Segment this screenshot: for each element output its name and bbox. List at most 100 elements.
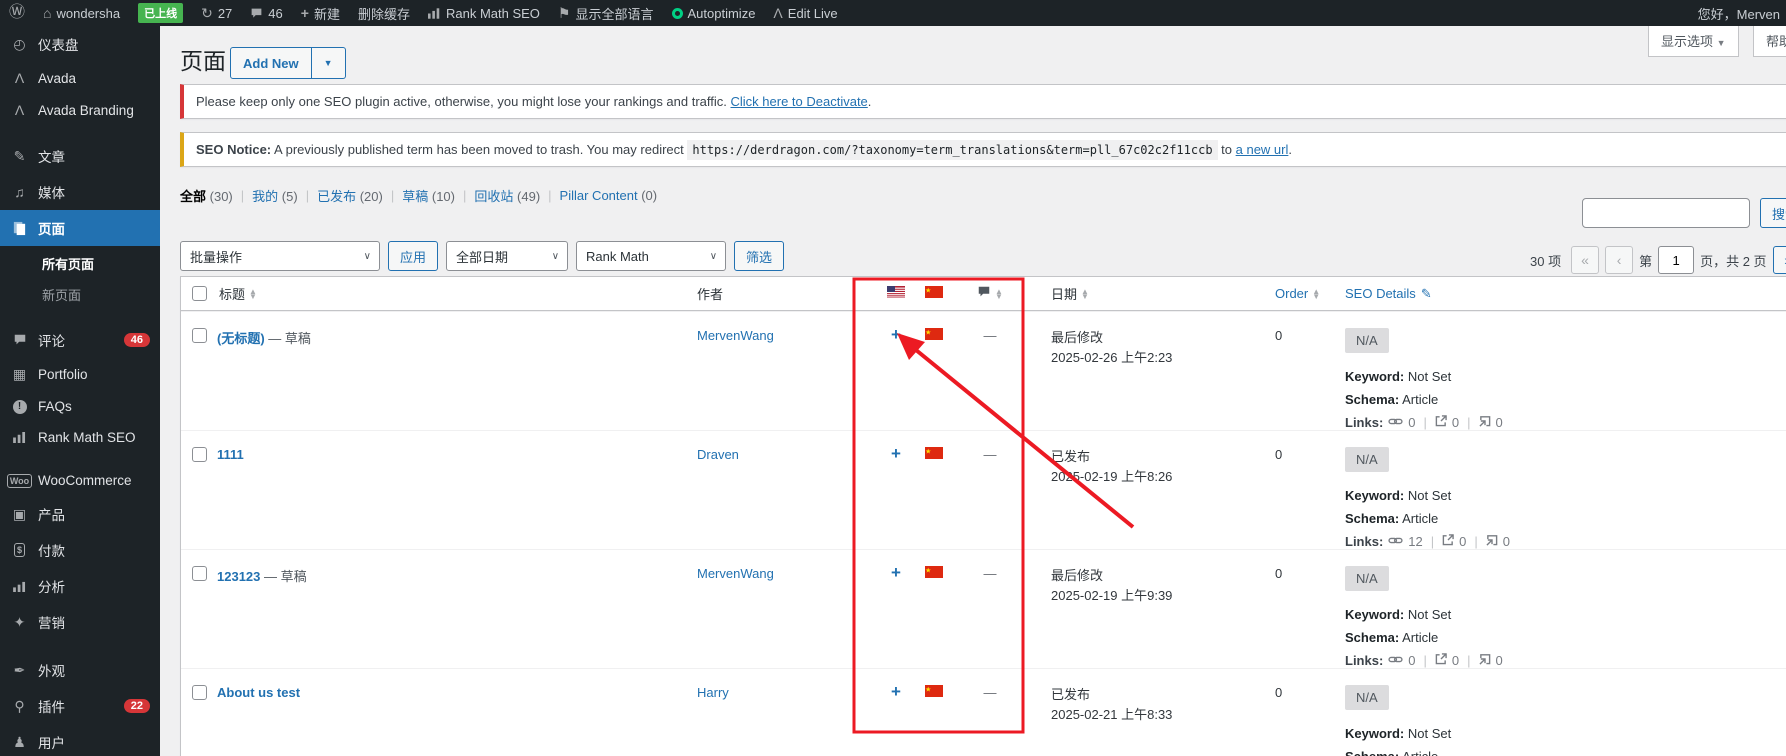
author-link[interactable]: MervenWang bbox=[697, 328, 774, 343]
row-checkbox[interactable] bbox=[191, 328, 207, 343]
date-value: 2025-02-26 上午2:23 bbox=[1051, 350, 1173, 365]
date-cell: 已发布 2025-02-19 上午8:26 bbox=[1027, 431, 1255, 487]
sidebar-item-appearance[interactable]: ✒ 外观 bbox=[0, 652, 160, 688]
author-link[interactable]: Harry bbox=[697, 685, 729, 700]
sidebar-item-dashboard[interactable]: ◴ 仪表盘 bbox=[0, 26, 160, 62]
date-filter-select[interactable]: 全部日期 ∨ bbox=[446, 241, 569, 271]
languages-menu[interactable]: ⚑ 显示全部语言 bbox=[549, 0, 663, 26]
clear-cache-menu[interactable]: 删除缓存 bbox=[349, 0, 419, 26]
author-link[interactable]: Draven bbox=[697, 447, 739, 462]
sidebar-item-woocommerce[interactable]: Woo WooCommerce bbox=[0, 465, 160, 496]
sidebar-item-products[interactable]: ▣ 产品 bbox=[0, 496, 160, 532]
separator: | bbox=[305, 188, 310, 203]
media-icon: ♫ bbox=[14, 184, 25, 200]
sidebar-item-label: FAQs bbox=[38, 399, 72, 414]
filter-button[interactable]: 筛选 bbox=[734, 241, 785, 271]
first-page-button[interactable]: « bbox=[1571, 246, 1600, 274]
sidebar-item-avada-branding[interactable]: Λ Avada Branding bbox=[0, 94, 160, 126]
add-new-button[interactable]: Add New bbox=[230, 47, 312, 79]
add-new-dropdown-toggle[interactable]: ▼ bbox=[311, 47, 346, 79]
select-all-checkbox[interactable] bbox=[191, 286, 207, 301]
search-input[interactable] bbox=[1582, 198, 1750, 228]
sidebar-item-avada[interactable]: Λ Avada bbox=[0, 62, 160, 94]
page-title-link[interactable]: 1111 bbox=[217, 447, 244, 462]
cn-flag-icon[interactable] bbox=[925, 447, 943, 462]
column-header-comments[interactable]: ▲ ▼ bbox=[953, 285, 1027, 302]
submenu-item-new-page[interactable]: 新页面 bbox=[0, 279, 160, 310]
view-count: (10) bbox=[431, 189, 455, 204]
sidebar-item-users[interactable]: ♟ 用户 bbox=[0, 724, 160, 756]
comments-menu[interactable]: 46 bbox=[241, 0, 291, 26]
user-icon: ♟ bbox=[13, 733, 26, 750]
add-translation-icon[interactable]: + bbox=[891, 325, 901, 344]
seo-header-label: SEO Details bbox=[1345, 286, 1416, 301]
keyword-label: Keyword: bbox=[1345, 488, 1405, 503]
deactivate-link[interactable]: Click here to Deactivate bbox=[731, 94, 868, 109]
edit-live-label: Edit Live bbox=[787, 5, 838, 21]
autoptimize-menu[interactable]: Autoptimize bbox=[663, 0, 765, 26]
prev-page-button[interactable]: ‹ bbox=[1605, 246, 1634, 274]
search-button[interactable]: 搜索页面 bbox=[1760, 198, 1786, 228]
view-filter-5[interactable]: Pillar Content (0) bbox=[560, 188, 658, 203]
seo-filter-value: Rank Math bbox=[586, 248, 649, 264]
page-title-link[interactable]: 123123 bbox=[217, 569, 260, 584]
screen-options-button[interactable]: 显示选项 ▼ bbox=[1648, 25, 1739, 57]
submenu-item-all-pages[interactable]: 所有页面 bbox=[0, 248, 160, 279]
view-filter-3[interactable]: 草稿 (10) bbox=[402, 186, 455, 205]
seo-details-cell: N/A Keyword: Not Set Schema: Article Lin… bbox=[1321, 550, 1786, 672]
sidebar-item-marketing[interactable]: ✦ 营销 bbox=[0, 604, 160, 640]
my-account-menu[interactable]: 您好，Merven bbox=[1689, 0, 1786, 26]
new-content-menu[interactable]: + 新建 bbox=[292, 0, 349, 26]
next-page-button[interactable]: › bbox=[1772, 246, 1786, 274]
row-checkbox[interactable] bbox=[191, 685, 207, 700]
sidebar-item-label: Rank Math SEO bbox=[38, 430, 136, 445]
column-header-seo-details[interactable]: SEO Details ✎ bbox=[1321, 286, 1786, 302]
edit-live-menu[interactable]: Λ Edit Live bbox=[764, 0, 846, 26]
seo-filter-select[interactable]: Rank Math ∨ bbox=[576, 241, 727, 271]
help-button[interactable]: 帮助 bbox=[1753, 25, 1786, 57]
wp-logo-menu[interactable]: Ⓦ bbox=[0, 0, 34, 26]
view-filter-1[interactable]: 我的 (5) bbox=[252, 186, 298, 205]
row-checkbox[interactable] bbox=[191, 447, 207, 462]
date-value: 2025-02-21 上午8:33 bbox=[1051, 707, 1173, 722]
sidebar-item-media[interactable]: ♫ 媒体 bbox=[0, 174, 160, 210]
separator: | bbox=[463, 188, 467, 203]
sidebar-item-portfolio[interactable]: ▦ Portfolio bbox=[0, 358, 160, 391]
view-filter-4[interactable]: 回收站 (49) bbox=[474, 186, 540, 205]
sidebar-item-rank-math-seo[interactable]: Rank Math SEO bbox=[0, 422, 160, 453]
column-header-order[interactable]: Order ▲ ▼ bbox=[1255, 286, 1321, 301]
bulk-actions-select[interactable]: 批量操作 ∨ bbox=[180, 241, 380, 271]
rank-math-menu[interactable]: Rank Math SEO bbox=[419, 0, 549, 26]
seo-details-cell: N/A Keyword: Not Set Schema: Article Lin… bbox=[1321, 669, 1786, 756]
cn-flag-icon[interactable] bbox=[925, 685, 943, 700]
add-translation-icon[interactable]: + bbox=[891, 682, 901, 701]
date-cell: 最后修改 2025-02-26 上午2:23 bbox=[1027, 312, 1255, 368]
sidebar-item-faqs[interactable]: ! FAQs bbox=[0, 391, 160, 422]
add-translation-icon[interactable]: + bbox=[891, 563, 901, 582]
updates-menu[interactable]: ↻ 27 bbox=[192, 0, 241, 26]
sidebar-item-plugins[interactable]: ⚲ 插件 22 bbox=[0, 688, 160, 724]
column-header-title[interactable]: 标题 ▲ ▼ bbox=[217, 284, 697, 303]
row-checkbox[interactable] bbox=[191, 566, 207, 581]
pages-icon bbox=[10, 221, 29, 236]
cn-flag-icon[interactable] bbox=[925, 328, 943, 343]
current-page-input[interactable] bbox=[1658, 246, 1695, 274]
sidebar-item-pages[interactable]: 页面 bbox=[0, 210, 160, 246]
sidebar-item-posts[interactable]: ✎ 文章 bbox=[0, 138, 160, 174]
redirect-url-code: https://derdragon.com/?taxonomy=term_tra… bbox=[687, 140, 1218, 160]
author-link[interactable]: MervenWang bbox=[697, 566, 774, 581]
sidebar-item-comments[interactable]: 评论 46 bbox=[0, 322, 160, 358]
pages-submenu: 所有页面 新页面 bbox=[0, 246, 160, 322]
view-filter-2[interactable]: 已发布 (20) bbox=[317, 186, 383, 205]
page-title-link[interactable]: About us test bbox=[217, 685, 300, 700]
new-url-link[interactable]: a new url bbox=[1236, 142, 1289, 157]
sidebar-item-analytics[interactable]: 分析 bbox=[0, 568, 160, 604]
cn-flag-icon[interactable] bbox=[925, 566, 943, 581]
column-header-date[interactable]: 日期 ▲ ▼ bbox=[1027, 284, 1255, 303]
add-translation-icon[interactable]: + bbox=[891, 444, 901, 463]
site-menu[interactable]: ⌂ wondersha bbox=[34, 0, 129, 26]
page-title-link[interactable]: (无标题) bbox=[217, 331, 265, 346]
view-filter-0[interactable]: 全部 (30) bbox=[180, 186, 233, 205]
sidebar-item-payments[interactable]: $ 付款 bbox=[0, 532, 160, 568]
apply-button[interactable]: 应用 bbox=[388, 241, 439, 271]
